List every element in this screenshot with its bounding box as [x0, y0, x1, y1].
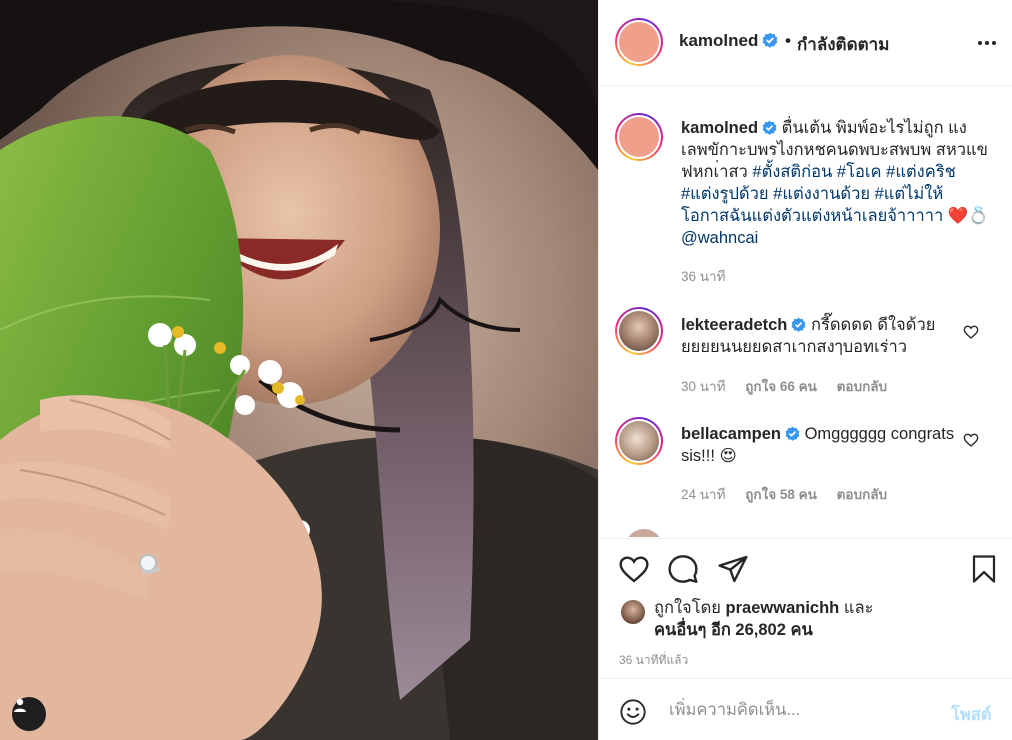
author-username-link[interactable]: kamolned — [679, 31, 778, 51]
smiley-icon[interactable] — [619, 698, 647, 726]
comments-list[interactable]: kamolned ตื่นเต้น พิมพ์อะไรไม่ถูก แงเลพข… — [599, 87, 1012, 537]
post-photo[interactable] — [0, 0, 598, 740]
bookmark-icon[interactable] — [969, 553, 999, 585]
likes-conj: และ — [843, 599, 874, 617]
hashtag-tail[interactable]: าาาา — [906, 207, 943, 225]
comment-avatar[interactable] — [615, 417, 663, 465]
reply-button[interactable]: ตอบกลับ — [837, 487, 887, 502]
comment-username[interactable]: lekteeradetch — [681, 316, 787, 334]
caption-author-avatar[interactable] — [615, 113, 663, 161]
post-header: kamolned • กำลังติดตาม — [599, 0, 1012, 86]
follow-separator: • — [785, 31, 791, 50]
verified-badge-icon — [762, 120, 777, 135]
author-username: kamolned — [679, 31, 759, 50]
comment-meta: 30 นาที ถูกใจ 66 คน ตอบกลับ — [681, 375, 903, 397]
more-options-icon — [978, 41, 996, 45]
caption-meta: 36 นาที — [681, 265, 741, 287]
post-comment-button[interactable]: โพสต์ — [951, 702, 992, 728]
hashtag-link[interactable]: #แต่งคริช — [886, 163, 956, 181]
paper-plane-icon[interactable] — [717, 553, 749, 585]
author-avatar[interactable] — [615, 18, 663, 66]
comment-username[interactable]: bellacampen — [681, 425, 781, 443]
caption-emoji: ❤️💍 — [947, 207, 989, 225]
comment-input[interactable] — [669, 693, 939, 727]
comment-like-heart-icon[interactable] — [963, 432, 979, 448]
comment-meta: 24 นาที ถูกใจ 58 คน ตอบกลับ — [681, 483, 903, 505]
hashtag-link[interactable]: #โอเค — [837, 163, 882, 181]
hashtag-link[interactable]: #ตั้งสติก่อน — [752, 163, 832, 181]
mention-link[interactable]: @wahncai — [681, 229, 758, 247]
reply-button[interactable]: ตอบกลับ — [837, 379, 887, 394]
more-options-button[interactable] — [976, 33, 998, 53]
likes-others-count[interactable]: คนอื่นๆ อีก 26,802 คน — [654, 621, 813, 639]
following-button[interactable]: กำลังติดตาม — [797, 31, 889, 58]
comment-composer: โพสต์ — [599, 678, 1012, 740]
comment-likes-count[interactable]: ถูกใจ 66 คน — [745, 379, 817, 394]
liker-username[interactable]: praewwanichh — [726, 599, 840, 617]
comment-body: bellacampen Omgggggg congrats sis!!! 😍 — [681, 423, 961, 467]
comment-timestamp[interactable]: 30 นาที — [681, 379, 725, 394]
caption-username[interactable]: kamolned — [681, 119, 758, 137]
verified-badge-icon — [785, 426, 800, 441]
next-comment-avatar[interactable] — [625, 529, 663, 537]
liker-avatar[interactable] — [621, 600, 645, 624]
heart-icon[interactable] — [617, 553, 651, 585]
hashtag-link[interactable]: #แต่งรูปด้วย — [681, 185, 769, 203]
tagged-users-button[interactable] — [12, 697, 46, 731]
verified-badge-icon — [762, 32, 778, 48]
post-caption: kamolned ตื่นเต้น พิมพ์อะไรไม่ถูก แงเลพข… — [681, 117, 991, 249]
likes-prefix: ถูกใจโดย — [654, 599, 721, 617]
likes-summary: ถูกใจโดย praewwanichh และ คนอื่นๆ อีก 26… — [654, 597, 873, 641]
comment-timestamp[interactable]: 24 นาที — [681, 487, 725, 502]
post-timestamp[interactable]: 36 นาทีที่แล้ว — [619, 651, 688, 670]
comment-likes-count[interactable]: ถูกใจ 58 คน — [745, 487, 817, 502]
comment-body: lekteeradetch กรี๊ดดดด ดีใจด้วย ยยยยนนยย… — [681, 314, 961, 358]
comment-bubble-icon[interactable] — [667, 553, 699, 585]
caption-timestamp[interactable]: 36 นาที — [681, 269, 725, 284]
verified-badge-icon — [791, 317, 806, 332]
person-icon — [14, 698, 26, 712]
comment-avatar[interactable] — [615, 307, 663, 355]
post-actions: ถูกใจโดย praewwanichh และ คนอื่นๆ อีก 26… — [599, 538, 1012, 678]
comment-like-heart-icon[interactable] — [963, 324, 979, 340]
photo-illustration — [0, 0, 598, 740]
hashtag-link[interactable]: #แต่งงานด้วย — [773, 185, 870, 203]
post-details-panel: kamolned • กำลังติดตาม kamolned ตื่นเต้น… — [598, 0, 1012, 740]
